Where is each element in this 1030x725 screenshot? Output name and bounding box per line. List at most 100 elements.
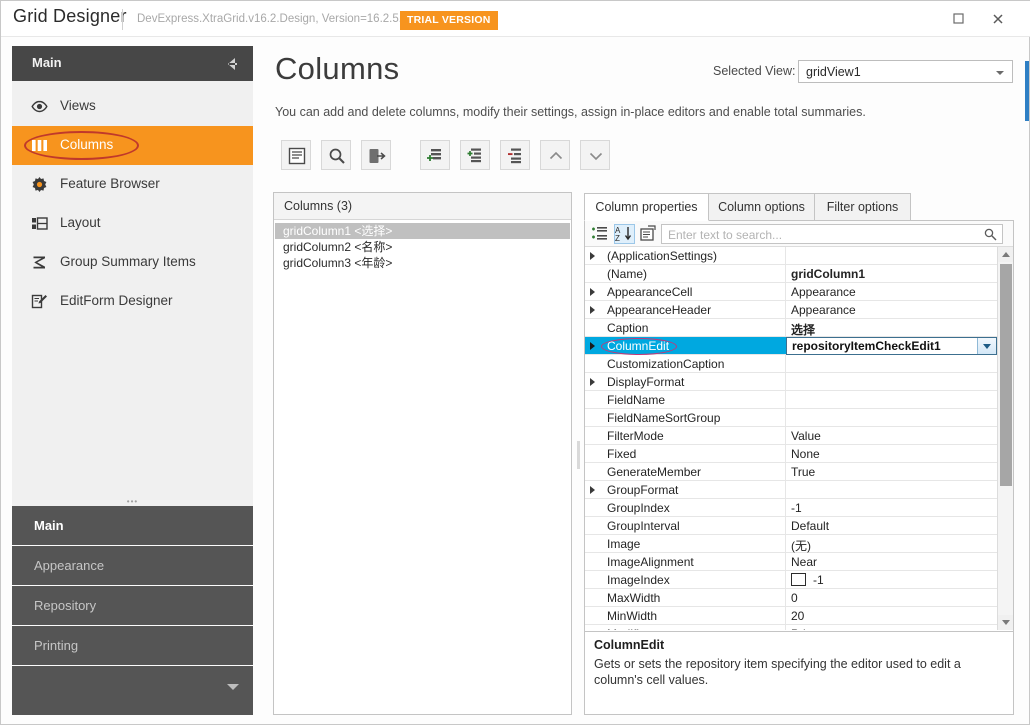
move-down-button[interactable] — [580, 140, 610, 170]
table-row[interactable]: (Name) gridColumn1 — [585, 265, 997, 283]
table-row[interactable]: DisplayFormat — [585, 373, 997, 391]
list-item[interactable]: gridColumn1 <选择> — [275, 223, 570, 239]
stack-item-main[interactable]: Main — [12, 506, 253, 546]
scroll-up-button[interactable] — [998, 247, 1013, 262]
table-row[interactable]: ImageAlignment Near — [585, 553, 997, 571]
expand-icon[interactable] — [590, 252, 595, 260]
selected-view-combobox[interactable]: gridView1 — [798, 60, 1013, 83]
export-button[interactable] — [361, 140, 391, 170]
sidebar-item-group-summary-items[interactable]: Group Summary Items — [12, 243, 253, 282]
image-index-swatch — [791, 573, 806, 586]
search-icon[interactable] — [984, 228, 997, 241]
sidebar-item-feature-browser[interactable]: Feature Browser — [12, 165, 253, 204]
table-row[interactable]: CustomizationCaption — [585, 355, 997, 373]
table-row[interactable]: FieldName — [585, 391, 997, 409]
property-value[interactable]: True — [791, 465, 815, 479]
table-row-selected[interactable]: ColumnEdit repositoryItemCheckEdit1 — [585, 337, 997, 355]
sidebar-item-columns[interactable]: Columns — [12, 126, 253, 165]
property-value[interactable]: -1 — [813, 573, 824, 587]
stack-more-button[interactable] — [12, 666, 253, 715]
property-value[interactable]: Near — [791, 555, 817, 569]
property-grid-scrollbar[interactable] — [997, 247, 1013, 630]
sidebar-item-layout[interactable]: Layout — [12, 204, 253, 243]
table-row[interactable]: FieldNameSortGroup — [585, 409, 997, 427]
property-value[interactable]: None — [791, 447, 820, 461]
maximize-icon[interactable] — [947, 9, 969, 31]
sidebar-item-views[interactable]: Views — [12, 87, 253, 126]
tab-column-options[interactable]: Column options — [708, 193, 815, 221]
property-name: AppearanceCell — [607, 285, 693, 299]
table-row[interactable]: FilterMode Value — [585, 427, 997, 445]
close-icon[interactable] — [987, 9, 1009, 31]
table-row[interactable]: (ApplicationSettings) — [585, 247, 997, 265]
property-value[interactable]: Private — [791, 627, 828, 630]
property-value[interactable]: gridColumn1 — [791, 267, 865, 281]
table-row[interactable]: AppearanceCell Appearance — [585, 283, 997, 301]
stack-item-repository[interactable]: Repository — [12, 586, 253, 626]
chevron-down-icon[interactable] — [977, 338, 996, 354]
sidebar: Main Views Columns Feature Browser Layou… — [12, 46, 253, 499]
expand-icon[interactable] — [590, 288, 595, 296]
sidebar-item-label: Feature Browser — [60, 176, 160, 191]
property-value[interactable]: (无) — [791, 537, 811, 554]
list-item[interactable]: gridColumn3 <年龄> — [275, 255, 570, 271]
table-row[interactable]: MaxWidth 0 — [585, 589, 997, 607]
scrollbar-thumb[interactable] — [1000, 264, 1012, 486]
expand-icon[interactable] — [590, 342, 595, 350]
move-up-button[interactable] — [540, 140, 570, 170]
add-column-button[interactable] — [281, 140, 311, 170]
sidebar-item-label: Group Summary Items — [60, 254, 196, 269]
delete-row-button[interactable] — [500, 140, 530, 170]
gear-icon — [31, 176, 48, 193]
expand-icon[interactable] — [590, 378, 595, 386]
panel-splitter[interactable] — [577, 441, 580, 469]
table-row[interactable]: AppearanceHeader Appearance — [585, 301, 997, 319]
table-row[interactable]: ImageIndex -1 — [585, 571, 997, 589]
property-value[interactable]: -1 — [791, 501, 802, 515]
cell-divider — [785, 265, 786, 283]
alphabetical-sort-icon[interactable]: A Z — [614, 224, 635, 244]
insert-row-button[interactable] — [460, 140, 490, 170]
add-band-button[interactable] — [420, 140, 450, 170]
property-value[interactable]: Value — [791, 429, 821, 443]
table-row[interactable]: Image (无) — [585, 535, 997, 553]
property-name: AppearanceHeader — [607, 303, 712, 317]
tab-filter-options[interactable]: Filter options — [814, 193, 911, 221]
splitter-grip[interactable]: ••• — [12, 498, 253, 506]
table-row[interactable]: GroupInterval Default — [585, 517, 997, 535]
property-pages-icon[interactable] — [638, 224, 659, 244]
property-value[interactable]: Appearance — [791, 285, 856, 299]
arrow-left-icon[interactable] — [219, 52, 243, 76]
column-edit-combobox[interactable]: repositoryItemCheckEdit1 — [786, 337, 997, 355]
property-value[interactable]: 选择 — [791, 321, 815, 338]
retrieve-fields-button[interactable] — [321, 140, 351, 170]
property-panel: Column properties Column options Filter … — [584, 193, 1014, 715]
stack-item-printing[interactable]: Printing — [12, 626, 253, 666]
property-value[interactable]: Default — [791, 519, 829, 533]
table-row[interactable]: Modifiers Private — [585, 625, 997, 630]
categorized-view-icon[interactable] — [590, 224, 611, 244]
stack-item-appearance[interactable]: Appearance — [12, 546, 253, 586]
cell-divider — [785, 301, 786, 319]
table-row[interactable]: Fixed None — [585, 445, 997, 463]
table-row[interactable]: GroupIndex -1 — [585, 499, 997, 517]
table-row[interactable]: Caption 选择 — [585, 319, 997, 337]
property-value[interactable]: 20 — [791, 609, 804, 623]
search-input[interactable]: Enter text to search... — [661, 224, 1003, 244]
property-value[interactable]: 0 — [791, 591, 798, 605]
table-row[interactable]: GenerateMember True — [585, 463, 997, 481]
list-item[interactable]: gridColumn2 <名称> — [275, 239, 570, 255]
table-row[interactable]: GroupFormat — [585, 481, 997, 499]
table-row[interactable]: MinWidth 20 — [585, 607, 997, 625]
sigma-icon — [31, 254, 48, 271]
expand-icon[interactable] — [590, 306, 595, 314]
sidebar-item-label: Columns — [60, 137, 114, 152]
sidebar-item-editform-designer[interactable]: EditForm Designer — [12, 282, 253, 321]
property-value[interactable]: Appearance — [791, 303, 856, 317]
scroll-down-button[interactable] — [998, 615, 1013, 630]
property-grid[interactable]: (ApplicationSettings) (Name) gridColumn1… — [585, 247, 1013, 630]
tab-column-properties[interactable]: Column properties — [584, 193, 709, 221]
sidebar-category-stack: ••• Main Appearance Repository Printing — [12, 498, 253, 715]
expand-icon[interactable] — [590, 486, 595, 494]
description-text: Gets or sets the repository item specify… — [594, 657, 961, 687]
